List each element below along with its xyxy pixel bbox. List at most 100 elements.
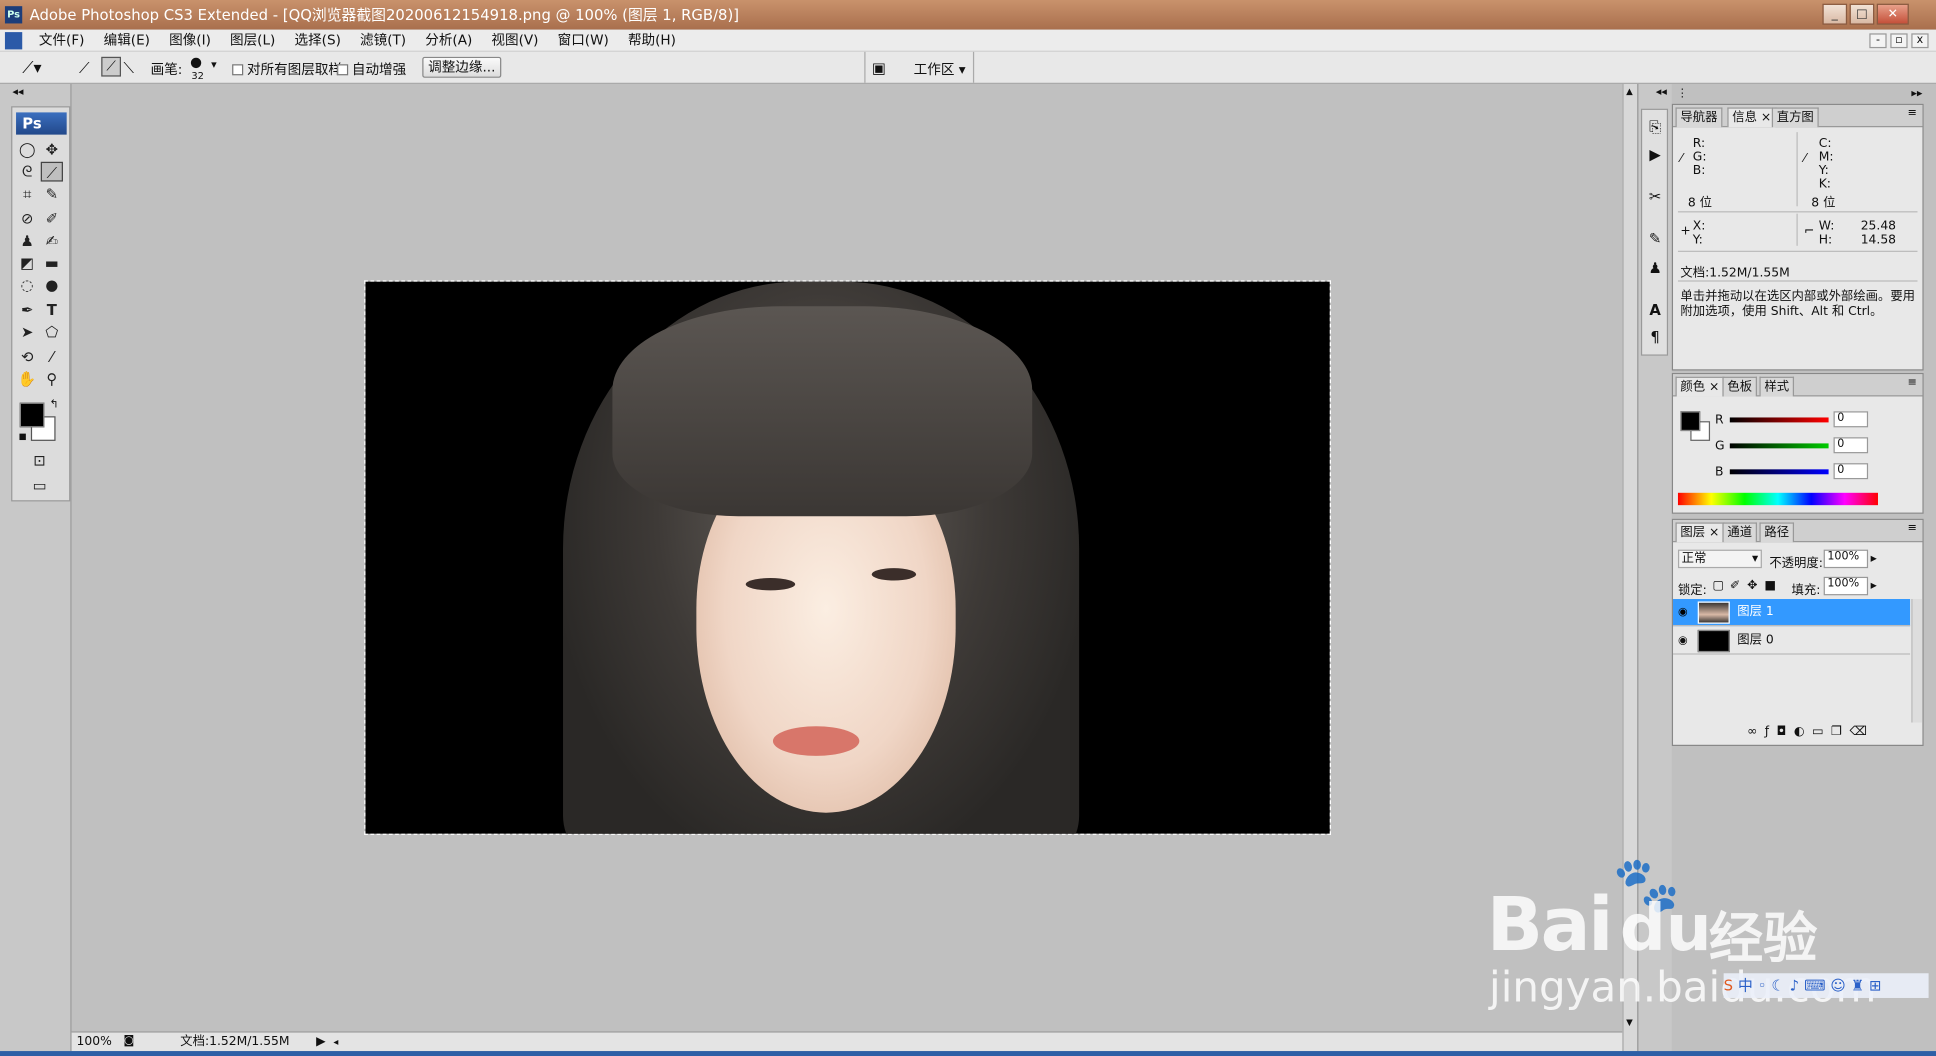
status-icon[interactable]: ◙ [123, 1033, 134, 1052]
sample-all-layers-checkbox[interactable]: 对所有图层取样 [232, 59, 342, 79]
lock-all-icon[interactable]: ■ [1764, 579, 1776, 593]
tab-paths[interactable]: 路径 [1759, 522, 1795, 543]
menu-analysis[interactable]: 分析(A) [418, 30, 480, 52]
menu-help[interactable]: 帮助(H) [621, 30, 684, 52]
g-value-input[interactable]: 0 [1833, 437, 1869, 454]
new-layer-icon[interactable]: ❐ [1831, 725, 1849, 739]
color-foreground-swatch[interactable] [1680, 411, 1701, 432]
doc-minimize-button[interactable]: - [1869, 33, 1887, 49]
lock-transparent-icon[interactable]: ▢ [1713, 579, 1725, 593]
r-value-input[interactable]: 0 [1833, 411, 1869, 428]
tab-navigator[interactable]: 导航器 [1675, 107, 1723, 128]
collapse-panels-icon[interactable]: ▸▸ [1911, 88, 1922, 100]
menu-view[interactable]: 视图(V) [484, 30, 546, 52]
tab-channels[interactable]: 通道 [1722, 522, 1757, 543]
history-icon[interactable]: ⎘ [1645, 117, 1666, 138]
r-slider[interactable] [1729, 417, 1829, 423]
ime-grid-icon[interactable]: ⊞ [1869, 977, 1886, 994]
delete-layer-icon[interactable]: ⌫ [1850, 725, 1875, 739]
clone-stamp-icon[interactable]: ♟ [16, 231, 38, 251]
sogou-icon[interactable]: S [1724, 977, 1738, 994]
paragraph-icon[interactable]: ¶ [1645, 327, 1666, 348]
layer-row-0[interactable]: ◉ 图层 0 [1673, 627, 1911, 655]
menu-window[interactable]: 窗口(W) [550, 30, 616, 52]
ime-user-icon[interactable]: ☺ [1830, 977, 1850, 994]
lock-image-icon[interactable]: ✐ [1730, 579, 1740, 593]
doc-close-button[interactable]: x [1911, 33, 1929, 49]
tab-info[interactable]: 信息 × [1727, 107, 1777, 128]
fx-icon[interactable]: ƒ [1765, 725, 1777, 739]
foreground-color-swatch[interactable] [19, 402, 45, 428]
menu-layer[interactable]: 图层(L) [223, 30, 283, 52]
panel-menu-icon[interactable]: ≡ [1908, 377, 1917, 389]
quick-selection-tool-icon[interactable]: ⟋ [40, 161, 63, 182]
zoom-level[interactable]: 100% [77, 1033, 112, 1052]
brush-tool-icon[interactable]: ✐ [41, 209, 63, 229]
minimize-button[interactable]: _ [1822, 3, 1848, 25]
eyedropper-icon[interactable]: ⁄ [41, 347, 63, 367]
ime-chinese-icon[interactable]: 中 [1738, 977, 1758, 994]
workspace-button[interactable]: 工作区 ▾ [914, 59, 966, 79]
subtract-selection-icon[interactable]: ⟍ [123, 59, 133, 78]
panel-menu-icon[interactable]: ≡ [1908, 522, 1917, 534]
tab-color[interactable]: 颜色 × [1675, 376, 1725, 397]
add-mask-icon[interactable]: ◘ [1777, 725, 1794, 739]
3d-rotate-icon[interactable]: ⟲ [16, 347, 38, 367]
tab-styles[interactable]: 样式 [1759, 376, 1795, 397]
bridge-icon[interactable]: ▣ [872, 59, 886, 76]
opacity-input[interactable]: 100% [1823, 549, 1869, 569]
new-selection-icon[interactable]: ⟋ [79, 59, 89, 78]
tab-layers[interactable]: 图层 × [1675, 522, 1725, 543]
hand-tool-icon[interactable]: ✋ [16, 369, 38, 389]
blend-mode-select[interactable]: 正常 ▾ [1677, 549, 1762, 569]
g-slider[interactable] [1729, 443, 1829, 449]
quick-mask-icon[interactable]: ⊡ [28, 451, 50, 471]
visibility-eye-icon[interactable]: ◉ [1678, 627, 1688, 654]
menu-file[interactable]: 文件(F) [31, 30, 91, 52]
color-spectrum-ramp[interactable] [1677, 492, 1878, 506]
tool-presets-icon[interactable]: ✂ [1645, 187, 1666, 208]
tab-histogram[interactable]: 直方图 [1771, 107, 1819, 128]
path-selection-icon[interactable]: ➤ [16, 322, 38, 342]
clone-source-icon[interactable]: ♟ [1645, 258, 1666, 279]
menu-edit[interactable]: 编辑(E) [96, 30, 157, 52]
hscroll-left-icon[interactable]: ◂ [333, 1033, 338, 1052]
default-colors-icon[interactable]: ◼ [19, 431, 27, 442]
b-value-input[interactable]: 0 [1833, 463, 1869, 480]
slice-tool-icon[interactable]: ✎ [41, 184, 63, 204]
ime-shirt-icon[interactable]: ♜ [1851, 977, 1869, 994]
fill-input[interactable]: 100% [1823, 576, 1869, 596]
marquee-tool-icon[interactable]: ◯ [16, 140, 38, 160]
collapse-icon[interactable]: ◂◂ [12, 86, 23, 98]
close-button[interactable]: ✕ [1876, 3, 1909, 25]
move-tool-icon[interactable]: ✥ [41, 140, 63, 160]
lock-position-icon[interactable]: ✥ [1747, 579, 1757, 593]
shape-tool-icon[interactable]: ⬠ [41, 322, 63, 342]
dodge-tool-icon[interactable]: ● [41, 275, 63, 295]
link-layers-icon[interactable]: ∞ [1747, 725, 1765, 739]
blur-tool-icon[interactable]: ◌ [16, 275, 38, 295]
doc-restore-button[interactable]: ▫ [1890, 33, 1908, 49]
visibility-eye-icon[interactable]: ◉ [1678, 599, 1688, 626]
pen-tool-icon[interactable]: ✒ [16, 300, 38, 320]
document-canvas[interactable] [364, 280, 1332, 835]
lasso-tool-icon[interactable]: ᘓ [16, 162, 38, 182]
add-to-selection-icon[interactable]: ⟋ [101, 56, 122, 77]
brushes-icon[interactable]: ✎ [1645, 228, 1666, 249]
auto-enhance-checkbox[interactable]: 自动增强 [337, 59, 406, 79]
menu-select[interactable]: 选择(S) [287, 30, 348, 52]
menu-filter[interactable]: 滤镜(T) [353, 30, 414, 52]
eraser-tool-icon[interactable]: ◩ [16, 253, 38, 273]
panel-menu-icon[interactable]: ≡ [1908, 107, 1917, 119]
status-menu-arrow-icon[interactable]: ▶ [316, 1033, 326, 1052]
menu-image[interactable]: 图像(I) [162, 30, 219, 52]
ime-keyboard-icon[interactable]: ⌨ [1804, 977, 1830, 994]
screen-mode-icon[interactable]: ▭ [28, 476, 50, 496]
adjustment-layer-icon[interactable]: ◐ [1794, 725, 1812, 739]
healing-brush-icon[interactable]: ⊘ [16, 209, 38, 229]
character-icon[interactable]: A [1645, 300, 1666, 321]
scroll-up-icon[interactable]: ▲ [1626, 86, 1633, 96]
maximize-button[interactable]: □ [1849, 3, 1875, 25]
ime-toolbar[interactable]: S中◦☾♪⌨☺♜⊞ [1723, 973, 1929, 998]
type-tool-icon[interactable]: T [41, 300, 63, 320]
